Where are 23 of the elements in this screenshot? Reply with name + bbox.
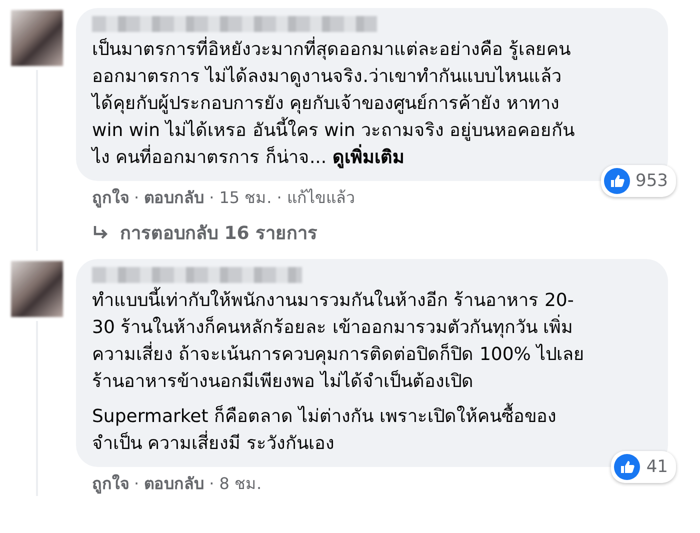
reaction-count: 953: [636, 171, 668, 191]
blurred-avatar: [11, 261, 63, 317]
separator-dot: ·: [134, 474, 140, 493]
action-link[interactable]: ถูกใจ: [92, 471, 129, 496]
action-link[interactable]: ตอบกลับ: [144, 471, 204, 496]
action-link[interactable]: ตอบกลับ: [144, 185, 204, 210]
reaction-count: 41: [646, 457, 668, 477]
action-link[interactable]: ถูกใจ: [92, 185, 129, 210]
separator-dot: ·: [276, 188, 282, 207]
comment-text: ทำแบบนี้เท่ากับให้พนักงานมารวมกันในห้างอีก ร้านอาหาร 20- 30 ร้านในห้างก็คนหลักร้อยละ เข้าออกมารวมตัวกันทุกวัน เพิ่ม ความเสี่ยง ถ้าจะเน้นการควบคุมการติดต่อปิดก็ปิด 100% ไปเลย ร้านอาหารข้างนอกมีเพียงพอ ไม่ได้จำเป็นต้องเปิด: [92, 287, 652, 395]
separator-dot: ·: [134, 188, 140, 207]
blurred-avatar: [11, 10, 63, 66]
reaction-badge[interactable]: 953: [600, 165, 676, 197]
separator-dot: ·: [209, 474, 214, 493]
replies-link[interactable]: การตอบกลับ 16 รายการ: [92, 218, 668, 247]
separator-dot: ·: [209, 188, 214, 207]
meta-text: 15 ชม.: [219, 187, 272, 209]
reaction-badge[interactable]: 41: [611, 451, 676, 483]
thumbs-up-icon: [604, 168, 630, 194]
meta-text: แก้ไขแล้ว: [286, 187, 355, 209]
thumbs-up-icon: [614, 454, 640, 480]
reply-arrow-icon: [92, 224, 110, 242]
meta-text: 8 ชม.: [219, 473, 262, 495]
